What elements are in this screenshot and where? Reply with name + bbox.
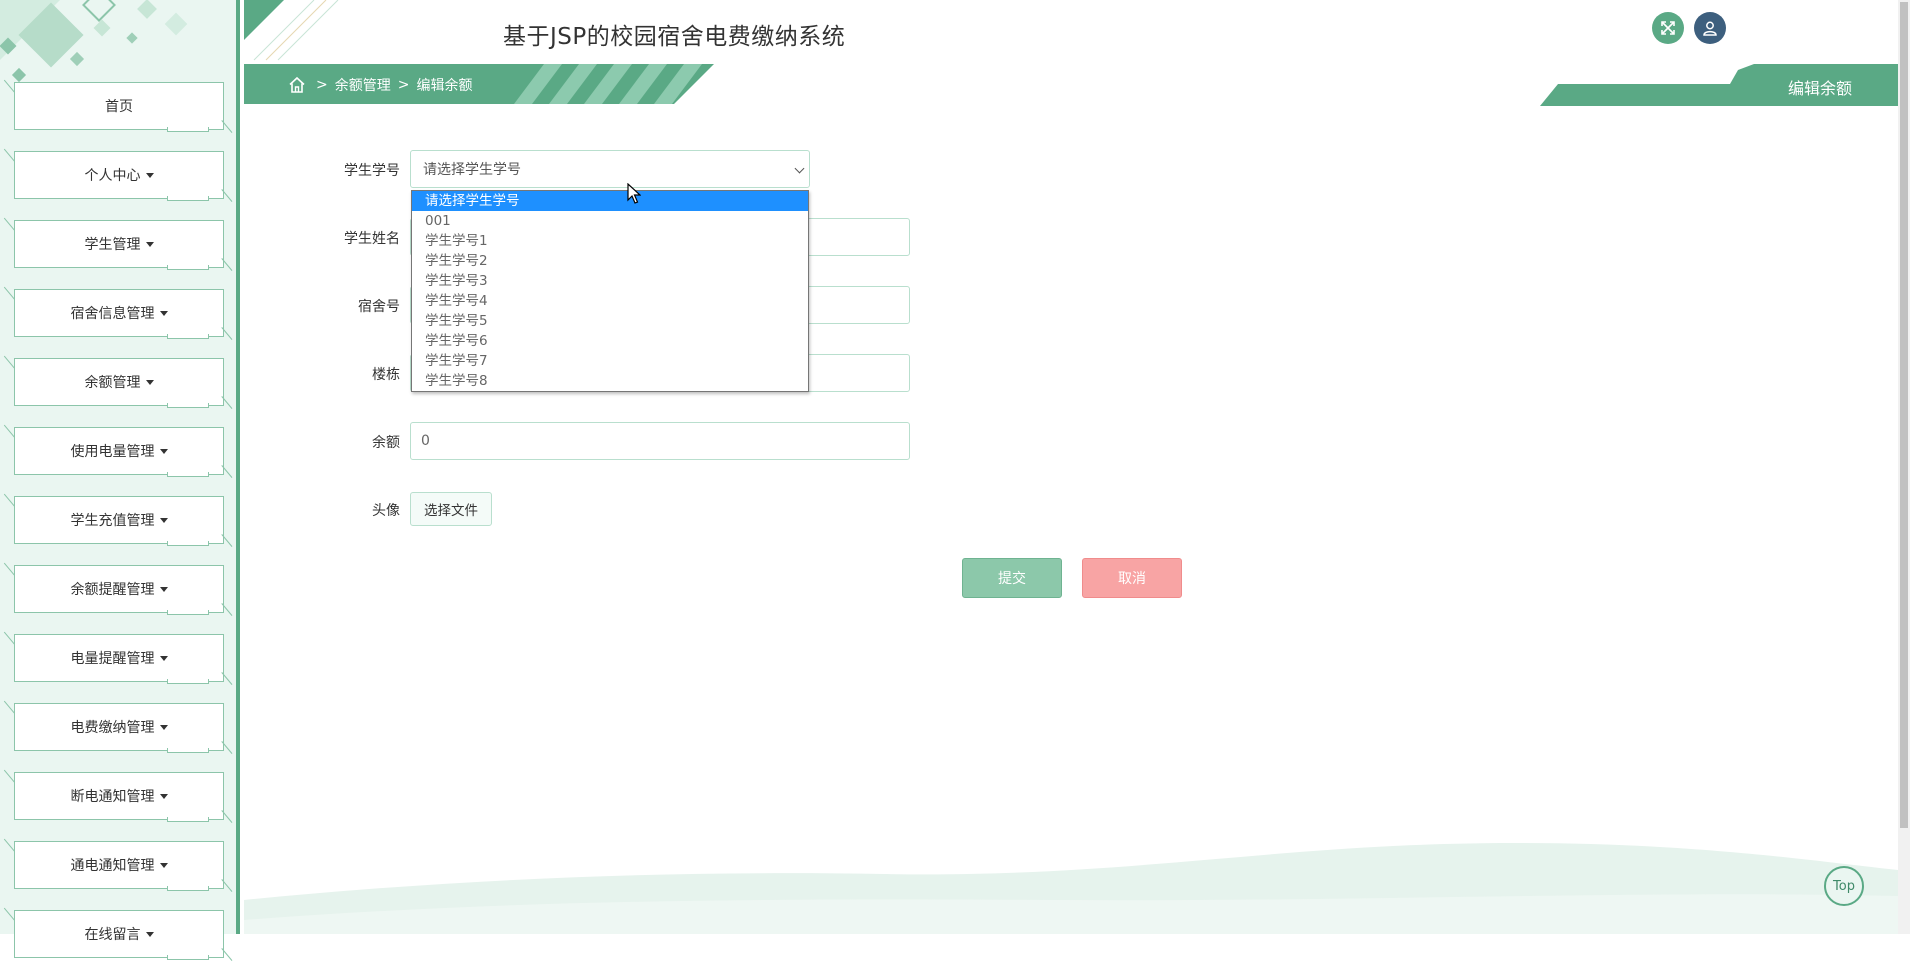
student-no-dropdown: 请选择学生学号 001 学生学号1 学生学号2 学生学号3 学生学号4 学生学号5 学生学号6… (411, 190, 809, 392)
dropdown-option[interactable]: 学生学号6 (412, 331, 808, 351)
scrollbar[interactable] (1898, 0, 1910, 934)
menu-item-tab (167, 748, 209, 753)
sidebar-item[interactable]: 首页 (3, 69, 233, 142)
chevron-down-icon (794, 163, 805, 174)
caret-down-icon (159, 517, 168, 523)
sidebar-item[interactable]: 学生充值管理 (3, 483, 233, 556)
menu-item-tab (167, 334, 209, 339)
dropdown-option[interactable]: 学生学号8 (412, 371, 808, 391)
menu-item-tab (167, 541, 209, 546)
student-name-label: 学生姓名 (344, 231, 400, 247)
breadcrumb-edit-balance: 编辑余额 (416, 78, 473, 94)
menu-item-tab (167, 679, 209, 684)
sidebar-item[interactable]: 余额提醒管理 (3, 552, 233, 625)
menu-item-tab (167, 955, 209, 960)
submit-button[interactable]: 提交 (962, 558, 1062, 598)
breadcrumb-separator: > (397, 77, 410, 93)
sidebar-item-label: 学生管理 (84, 237, 141, 253)
menu-item-tab (167, 403, 209, 408)
caret-down-icon (145, 172, 154, 178)
building-label: 楼栋 (372, 367, 400, 383)
sidebar-decoration (0, 0, 188, 83)
sidebar-item-label: 在线留言 (84, 927, 141, 943)
dropdown-option[interactable]: 学生学号2 (412, 251, 808, 271)
site-title: 基于JSP的校园宿舍电费缴纳系统 (503, 24, 846, 50)
caret-down-icon (145, 931, 154, 937)
menu-item-tab (167, 127, 209, 132)
user-button[interactable] (1694, 12, 1726, 44)
student-no-select-value: 请选择学生学号 (423, 162, 521, 178)
cancel-button[interactable]: 取消 (1082, 558, 1182, 598)
sidebar-item-label: 余额提醒管理 (70, 582, 155, 598)
sidebar-item[interactable]: 电量提醒管理 (3, 621, 233, 694)
dropdown-option[interactable]: 001 (412, 211, 808, 231)
sidebar-item-label: 断电通知管理 (70, 789, 155, 805)
balance-label: 余额 (372, 435, 400, 451)
dropdown-option[interactable]: 学生学号4 (412, 291, 808, 311)
caret-down-icon (159, 310, 168, 316)
mouse-cursor-icon (627, 183, 641, 204)
dorm-no-label: 宿舍号 (358, 299, 400, 315)
sidebar-item[interactable]: 在线留言 (3, 897, 233, 970)
menu-item-tab (167, 196, 209, 201)
menu-item-corner (210, 948, 233, 970)
avatar-label: 头像 (372, 503, 400, 519)
breadcrumb-balance-management[interactable]: 余额管理 (335, 75, 391, 95)
caret-down-icon (159, 586, 168, 592)
student-no-select[interactable]: 请选择学生学号 (410, 150, 810, 188)
footer-wave (244, 842, 1898, 934)
breadcrumb-separator: > (316, 77, 328, 93)
caret-down-icon (159, 862, 168, 868)
sidebar-item-label: 电费缴纳管理 (70, 720, 155, 736)
page-tab-label: 编辑余额 (1788, 79, 1853, 98)
sidebar-item[interactable]: 断电通知管理 (3, 759, 233, 832)
sidebar-item-label: 电量提醒管理 (70, 651, 155, 667)
balance-input[interactable]: 0 (410, 422, 910, 460)
menu-item-tab (167, 610, 209, 615)
user-icon (1703, 21, 1717, 36)
sidebar-item[interactable]: 个人中心 (3, 138, 233, 211)
sidebar-item[interactable]: 通电通知管理 (3, 828, 233, 901)
dropdown-option[interactable]: 学生学号5 (412, 311, 808, 331)
menu-item-tab (167, 817, 209, 822)
caret-down-icon (159, 793, 168, 799)
dropdown-option[interactable]: 学生学号7 (412, 351, 808, 371)
caret-down-icon (159, 655, 168, 661)
menu-item-tab (167, 472, 209, 477)
dropdown-option[interactable]: 请选择学生学号 (412, 191, 808, 211)
sidebar-item-label: 余额管理 (84, 375, 141, 391)
home-icon (289, 76, 305, 93)
caret-down-icon (145, 241, 154, 247)
choose-file-button[interactable]: 选择文件 (410, 492, 492, 526)
caret-down-icon (159, 448, 168, 454)
sidebar-item[interactable]: 宿舍信息管理 (3, 276, 233, 349)
sidebar-item[interactable]: 使用电量管理 (3, 414, 233, 487)
sidebar-item-label: 学生充值管理 (70, 513, 155, 529)
back-to-top-button[interactable]: Top (1824, 866, 1864, 906)
menu-item-tab (167, 886, 209, 891)
sidebar-item[interactable]: 余额管理 (3, 345, 233, 418)
sidebar-item-label: 宿舍信息管理 (70, 306, 155, 322)
sidebar-item-label: 使用电量管理 (70, 444, 155, 460)
caret-down-icon (159, 724, 168, 730)
menu-item-tab (167, 265, 209, 270)
fullscreen-button[interactable] (1652, 12, 1684, 44)
sidebar-item-label: 通电通知管理 (70, 858, 155, 874)
student-no-label: 学生学号 (344, 163, 400, 179)
sidebar-item[interactable]: 学生管理 (3, 207, 233, 280)
dropdown-option[interactable]: 学生学号1 (412, 231, 808, 251)
breadcrumb-home[interactable] (288, 76, 306, 94)
scrollbar-thumb[interactable] (1900, 2, 1908, 828)
dropdown-option[interactable]: 学生学号3 (412, 271, 808, 291)
sidebar-item-label: 首页 (105, 99, 133, 115)
header-decoration (244, 0, 339, 61)
caret-down-icon (145, 379, 154, 385)
sidebar-item[interactable]: 电费缴纳管理 (3, 690, 233, 763)
expand-icon (1661, 21, 1675, 35)
breadcrumb: > 余额管理 > 编辑余额 (288, 73, 479, 97)
sidebar-item-label: 个人中心 (84, 168, 141, 184)
